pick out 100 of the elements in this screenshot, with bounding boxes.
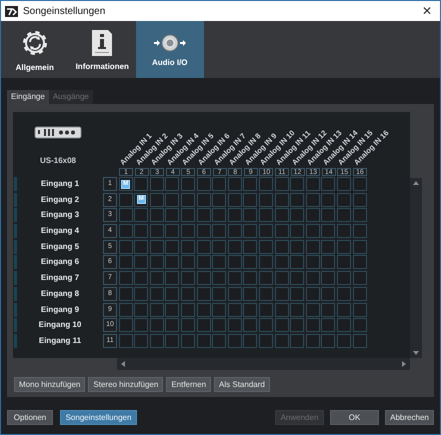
matrix-cell[interactable] xyxy=(352,192,366,207)
matrix-cell[interactable] xyxy=(180,192,195,207)
matrix-cell[interactable] xyxy=(180,286,195,301)
matrix-cell[interactable] xyxy=(165,240,180,254)
action-button[interactable]: Mono hinzufügen xyxy=(14,377,86,392)
matrix-cell[interactable] xyxy=(243,177,258,191)
matrix-cell[interactable] xyxy=(243,286,258,301)
matrix-cell[interactable] xyxy=(228,208,242,222)
matrix-cell[interactable] xyxy=(352,302,366,316)
matrix-cell[interactable] xyxy=(212,286,226,301)
matrix-cell[interactable] xyxy=(274,224,289,238)
matrix-cell[interactable] xyxy=(321,255,336,270)
matrix-cell[interactable] xyxy=(258,271,273,286)
matrix-cell[interactable] xyxy=(243,318,258,332)
matrix-cell[interactable] xyxy=(134,302,148,316)
matrix-cell[interactable] xyxy=(258,318,273,332)
matrix-cell[interactable] xyxy=(321,302,336,316)
matrix-cell[interactable] xyxy=(150,286,164,301)
matrix-cell[interactable] xyxy=(134,177,148,191)
matrix-cell[interactable] xyxy=(196,302,211,316)
matrix-cell[interactable] xyxy=(165,334,180,348)
matrix-cell[interactable] xyxy=(290,286,304,301)
matrix-cell[interactable] xyxy=(258,255,273,270)
matrix-cell[interactable] xyxy=(306,240,320,254)
matrix-cell[interactable] xyxy=(321,271,336,286)
matrix-cell[interactable] xyxy=(274,255,289,270)
matrix-cell[interactable] xyxy=(306,286,320,301)
matrix-cell[interactable] xyxy=(165,208,180,222)
matrix-cell[interactable] xyxy=(243,302,258,316)
matrix-cell[interactable] xyxy=(212,240,226,254)
matrix-cell[interactable] xyxy=(212,302,226,316)
matrix-cell[interactable] xyxy=(118,240,133,254)
matrix-cell[interactable] xyxy=(212,271,226,286)
matrix-cell[interactable] xyxy=(228,192,242,207)
horizontal-scrollbar[interactable] xyxy=(117,358,410,370)
matrix-cell[interactable] xyxy=(165,192,180,207)
matrix-cell[interactable] xyxy=(258,286,273,301)
matrix-cell[interactable] xyxy=(180,271,195,286)
matrix-cell[interactable] xyxy=(306,208,320,222)
scroll-down-icon[interactable] xyxy=(413,351,419,355)
matrix-cell[interactable] xyxy=(336,286,351,301)
matrix-cell[interactable] xyxy=(150,302,164,316)
matrix-cell[interactable] xyxy=(165,302,180,316)
matrix-cell[interactable] xyxy=(258,240,273,254)
footer-button[interactable]: Abbrechen xyxy=(385,410,434,425)
matrix-cell[interactable] xyxy=(165,318,180,332)
matrix-cell[interactable] xyxy=(118,208,133,222)
matrix-cell[interactable] xyxy=(180,240,195,254)
matrix-cell[interactable] xyxy=(336,318,351,332)
matrix-cell[interactable] xyxy=(352,318,366,332)
matrix-cell[interactable] xyxy=(290,177,304,191)
matrix-cell[interactable] xyxy=(134,255,148,270)
matrix-cell[interactable] xyxy=(290,240,304,254)
matrix-cell[interactable] xyxy=(165,255,180,270)
matrix-cell[interactable] xyxy=(352,177,366,191)
matrix-cell[interactable] xyxy=(134,208,148,222)
matrix-cell[interactable] xyxy=(306,271,320,286)
matrix-cell[interactable] xyxy=(336,271,351,286)
matrix-cell[interactable] xyxy=(336,192,351,207)
matrix-cell[interactable] xyxy=(321,177,336,191)
matrix-cell[interactable] xyxy=(196,208,211,222)
matrix-cell[interactable] xyxy=(352,334,366,348)
footer-button[interactable]: Optionen xyxy=(7,410,53,425)
matrix-cell[interactable] xyxy=(228,177,242,191)
matrix-cell[interactable] xyxy=(352,224,366,238)
matrix-cell[interactable] xyxy=(196,192,211,207)
matrix-cell[interactable] xyxy=(306,192,320,207)
matrix-cell[interactable] xyxy=(228,255,242,270)
matrix-cell[interactable] xyxy=(118,271,133,286)
matrix-cell[interactable] xyxy=(180,302,195,316)
tab[interactable]: Allgemein xyxy=(1,21,68,78)
matrix-cell[interactable] xyxy=(352,255,366,270)
matrix-cell[interactable] xyxy=(196,271,211,286)
matrix-cell[interactable] xyxy=(321,208,336,222)
matrix-cell[interactable] xyxy=(134,334,148,348)
scroll-left-icon[interactable] xyxy=(121,361,125,367)
matrix-cell[interactable] xyxy=(196,318,211,332)
matrix-cell[interactable] xyxy=(352,271,366,286)
matrix-cell[interactable] xyxy=(212,334,226,348)
matrix-cell[interactable] xyxy=(228,224,242,238)
matrix-cell[interactable] xyxy=(274,271,289,286)
matrix-cell[interactable] xyxy=(321,224,336,238)
matrix-cell[interactable] xyxy=(243,208,258,222)
matrix-cell[interactable] xyxy=(228,334,242,348)
matrix-cell[interactable] xyxy=(290,255,304,270)
matrix-cell[interactable] xyxy=(196,224,211,238)
matrix-cell[interactable] xyxy=(290,302,304,316)
matrix-cell[interactable] xyxy=(180,208,195,222)
matrix-cell[interactable] xyxy=(196,255,211,270)
matrix-cell[interactable] xyxy=(258,224,273,238)
action-button[interactable]: Stereo hinzufügen xyxy=(88,377,164,392)
matrix-cell[interactable] xyxy=(228,318,242,332)
matrix-cell[interactable] xyxy=(306,255,320,270)
matrix-cell[interactable] xyxy=(243,271,258,286)
matrix-cell[interactable] xyxy=(306,224,320,238)
matrix-cell[interactable] xyxy=(258,208,273,222)
matrix-cell[interactable] xyxy=(290,271,304,286)
matrix-cell[interactable] xyxy=(165,177,180,191)
matrix-cell[interactable] xyxy=(290,224,304,238)
matrix-cell[interactable] xyxy=(336,302,351,316)
